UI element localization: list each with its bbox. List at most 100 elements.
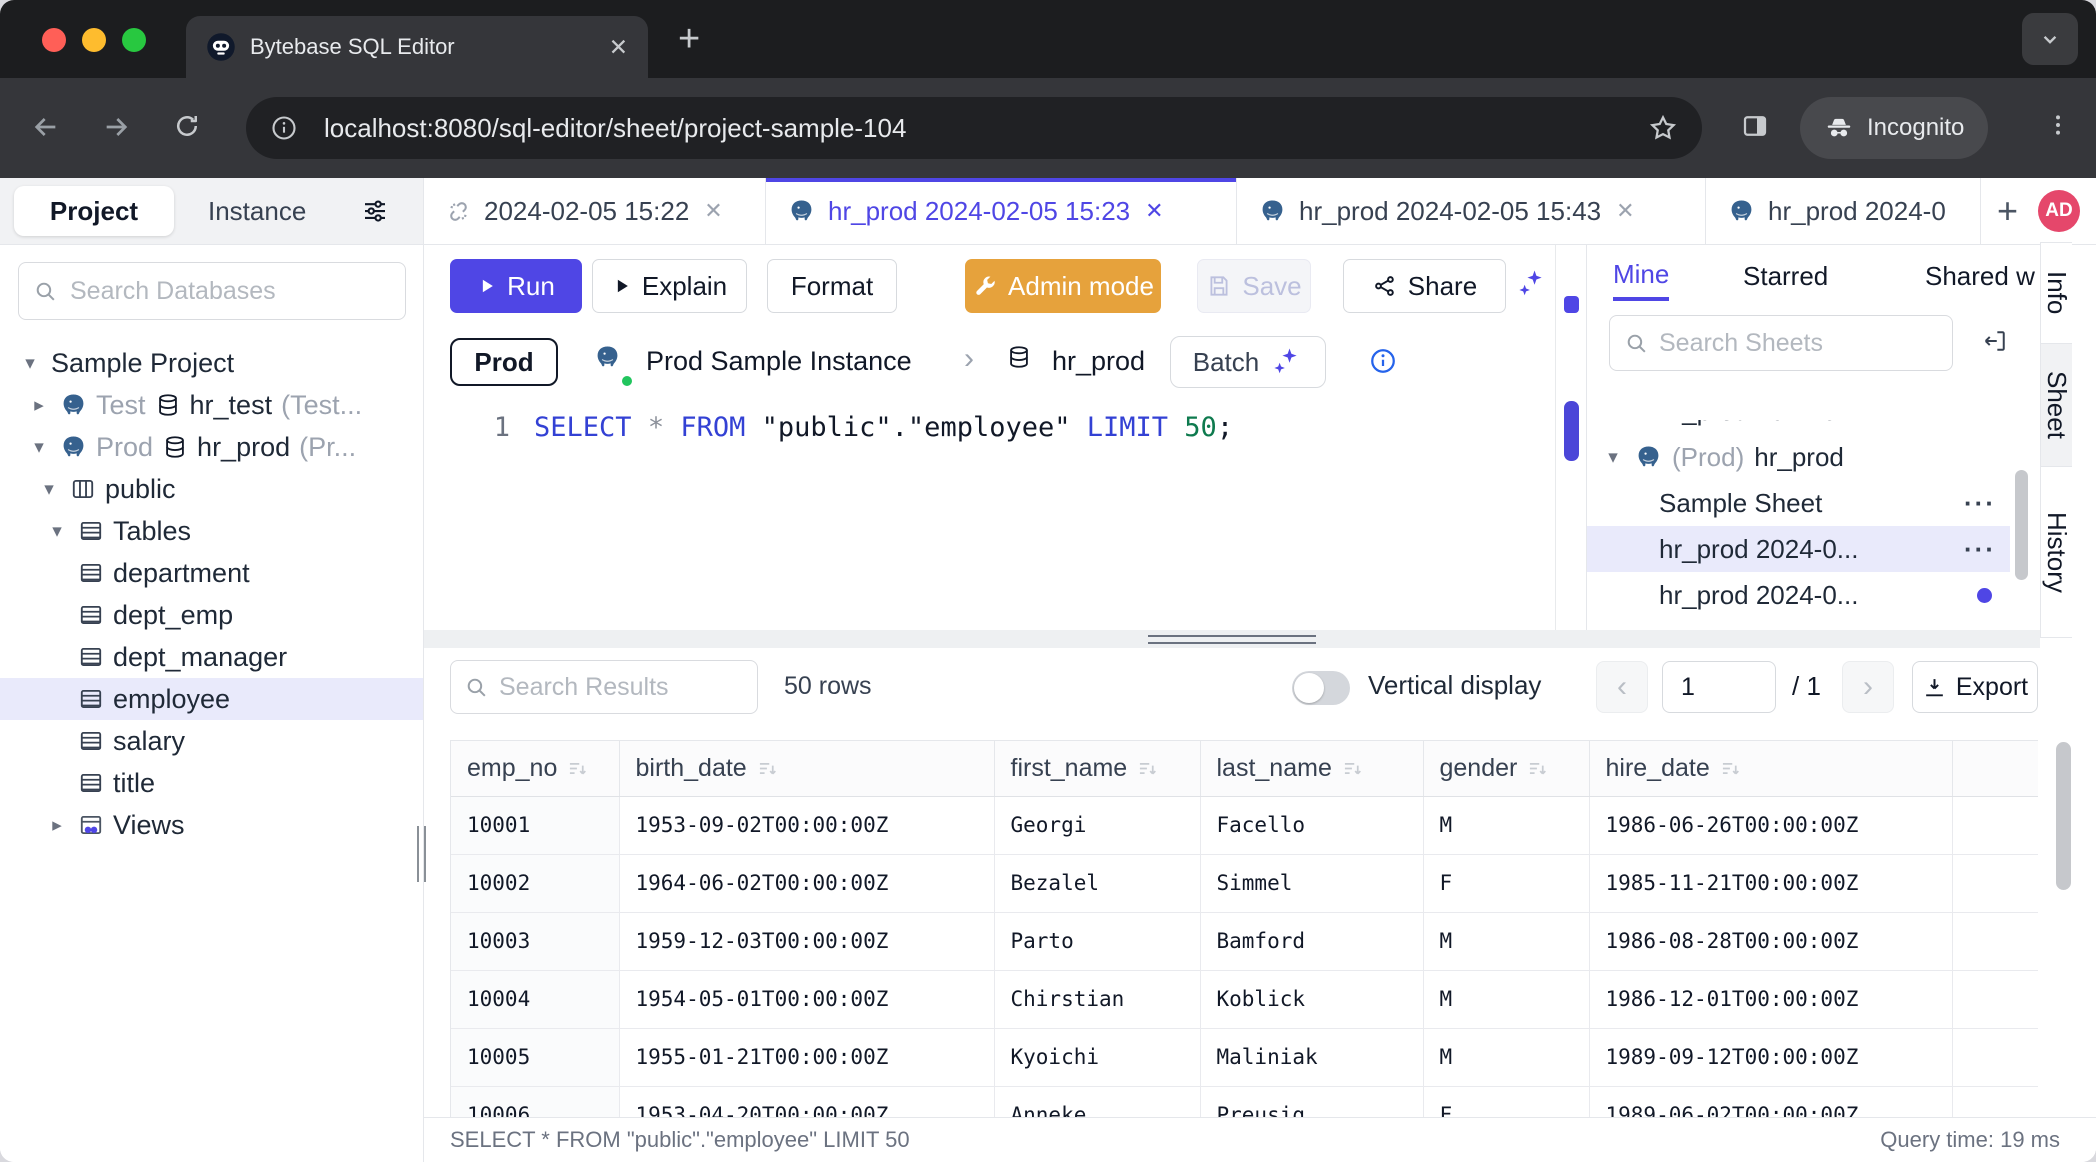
- column-header-birth_date[interactable]: birth_date: [619, 741, 994, 796]
- sheet-item[interactable]: hr_prod 2024-0...: [1587, 420, 2010, 434]
- caret-right-icon[interactable]: ▸: [45, 814, 69, 837]
- tab-starred[interactable]: Starred: [1743, 251, 1828, 301]
- tree-item-title[interactable]: title: [0, 762, 423, 804]
- caret-right-icon[interactable]: ▸: [27, 394, 51, 417]
- table-scrollbar[interactable]: [2056, 742, 2071, 890]
- previous-page-button[interactable]: ‹: [1596, 661, 1648, 713]
- sheet-group[interactable]: ▾(Prod)hr_prod: [1587, 434, 2010, 480]
- explain-button[interactable]: Explain: [592, 259, 747, 313]
- next-page-button[interactable]: ›: [1842, 661, 1894, 713]
- tree-item-hr-prod[interactable]: ▾Prodhr_prod(Pr...: [0, 426, 423, 468]
- editor-scrollbar[interactable]: [1555, 245, 1586, 630]
- search-sheets-box[interactable]: [1609, 315, 1953, 371]
- database-name[interactable]: hr_prod: [1052, 346, 1145, 377]
- avatar[interactable]: AD: [2038, 190, 2080, 232]
- column-header-last_name[interactable]: last_name: [1200, 741, 1423, 796]
- forward-icon[interactable]: [100, 111, 132, 143]
- editor-tab[interactable]: hr_prod 2024-02-05 15:23✕: [766, 178, 1237, 244]
- sheet-item[interactable]: hr_prod 2024-0...: [1587, 572, 2010, 618]
- close-window-button[interactable]: [42, 28, 66, 52]
- caret-down-icon[interactable]: ▾: [27, 436, 51, 459]
- sheet-item[interactable]: Sample Sheet···: [1587, 480, 2010, 526]
- tree-item-dept-emp[interactable]: dept_emp: [0, 594, 423, 636]
- url-text[interactable]: localhost:8080/sql-editor/sheet/project-…: [324, 113, 1648, 144]
- tree-item-salary[interactable]: salary: [0, 720, 423, 762]
- admin-mode-button[interactable]: Admin mode: [965, 259, 1161, 313]
- add-sheet-button[interactable]: +: [1997, 190, 2018, 232]
- side-panel-icon[interactable]: [1740, 111, 1770, 141]
- collapse-panel-icon[interactable]: [1981, 327, 2009, 355]
- editor-scrollbar-thumb[interactable]: [1564, 401, 1579, 461]
- editor-tab[interactable]: hr_prod 2024-0: [1706, 178, 1981, 244]
- column-header-emp_no[interactable]: emp_no: [451, 741, 619, 796]
- tree-item-public[interactable]: ▾public: [0, 468, 423, 510]
- more-actions-icon[interactable]: ···: [1964, 534, 1996, 565]
- page-number-input[interactable]: [1662, 661, 1776, 713]
- sheet-item[interactable]: hr_prod 2024-0...···: [1587, 526, 2010, 572]
- vertical-display-toggle[interactable]: [1292, 671, 1350, 705]
- instance-name[interactable]: Prod Sample Instance: [646, 346, 912, 377]
- format-button[interactable]: Format: [767, 259, 897, 313]
- url-bar[interactable]: localhost:8080/sql-editor/sheet/project-…: [246, 97, 1702, 159]
- close-tab-icon[interactable]: ✕: [609, 34, 628, 61]
- caret-down-icon[interactable]: ▾: [18, 352, 42, 375]
- tree-item-sample-project[interactable]: ▾Sample Project: [0, 342, 423, 384]
- browser-tab[interactable]: Bytebase SQL Editor ✕: [186, 16, 648, 78]
- more-actions-icon[interactable]: ···: [1964, 488, 1996, 519]
- new-tab-button[interactable]: +: [678, 18, 700, 60]
- info-circle-icon[interactable]: [1368, 346, 1398, 376]
- search-databases-box[interactable]: [18, 262, 406, 320]
- ai-sparkles-icon[interactable]: [1514, 267, 1548, 301]
- caret-down-icon[interactable]: ▾: [1601, 446, 1625, 469]
- vertical-resize-handle[interactable]: [417, 826, 426, 882]
- sheet-item[interactable]: hr_prod 2024-0: [1587, 618, 2010, 630]
- tree-item-department[interactable]: department: [0, 552, 423, 594]
- column-header-first_name[interactable]: first_name: [994, 741, 1200, 796]
- column-header-gender[interactable]: gender: [1423, 741, 1589, 796]
- rail-tab-sheet[interactable]: Sheet: [2040, 343, 2072, 467]
- run-button[interactable]: Run: [450, 259, 582, 313]
- tree-item-dept-manager[interactable]: dept_manager: [0, 636, 423, 678]
- save-button[interactable]: Save: [1197, 259, 1311, 313]
- caret-down-icon[interactable]: ▾: [37, 478, 61, 501]
- reload-icon[interactable]: [172, 111, 202, 141]
- tree-item-employee[interactable]: employee: [0, 678, 423, 720]
- site-info-icon[interactable]: [270, 114, 298, 142]
- search-databases-input[interactable]: [70, 277, 391, 306]
- tab-project[interactable]: Project: [14, 186, 174, 236]
- tab-search-chevron-button[interactable]: [2022, 13, 2078, 65]
- sheet-list-scrollbar[interactable]: [2015, 470, 2028, 580]
- column-header-hire_date[interactable]: hire_date: [1589, 741, 1952, 796]
- horizontal-resize-handle[interactable]: [1148, 635, 1316, 644]
- horizontal-splitter[interactable]: [424, 630, 2040, 648]
- tree-item-views[interactable]: ▸Views: [0, 804, 423, 846]
- bookmark-star-icon[interactable]: [1648, 113, 1678, 143]
- minimize-window-button[interactable]: [82, 28, 106, 52]
- batch-button[interactable]: Batch: [1170, 336, 1326, 388]
- close-tab-icon[interactable]: ✕: [1616, 198, 1634, 224]
- back-icon[interactable]: [30, 111, 62, 143]
- close-tab-icon[interactable]: ✕: [1145, 198, 1163, 224]
- tab-shared-with-me[interactable]: Shared w: [1925, 251, 2035, 301]
- tab-instance[interactable]: Instance: [196, 186, 318, 236]
- rail-tab-history[interactable]: History: [2040, 466, 2072, 638]
- caret-down-icon[interactable]: ▾: [45, 520, 69, 543]
- export-button[interactable]: Export: [1912, 661, 2038, 713]
- share-button[interactable]: Share: [1343, 259, 1506, 313]
- sql-code[interactable]: SELECT * FROM "public"."employee" LIMIT …: [534, 412, 1233, 443]
- tree-item-tables[interactable]: ▾Tables: [0, 510, 423, 552]
- filter-sliders-icon[interactable]: [360, 196, 390, 226]
- zoom-window-button[interactable]: [122, 28, 146, 52]
- editor-tab[interactable]: hr_prod 2024-02-05 15:43✕: [1237, 178, 1706, 244]
- sql-editor[interactable]: 1 SELECT * FROM "public"."employee" LIMI…: [424, 398, 1555, 630]
- search-results-box[interactable]: [450, 660, 758, 714]
- editor-scrollbar-thumb-top[interactable]: [1564, 296, 1579, 313]
- tree-item-hr-test[interactable]: ▸Testhr_test(Test...: [0, 384, 423, 426]
- browser-menu-icon[interactable]: [2044, 111, 2072, 139]
- tab-mine[interactable]: Mine: [1613, 251, 1669, 301]
- editor-tab[interactable]: 2024-02-05 15:22✕: [424, 178, 766, 244]
- search-results-input[interactable]: [499, 673, 744, 702]
- search-sheets-input[interactable]: [1659, 329, 1938, 358]
- rail-tab-info[interactable]: Info: [2040, 242, 2072, 344]
- close-tab-icon[interactable]: ✕: [704, 198, 722, 224]
